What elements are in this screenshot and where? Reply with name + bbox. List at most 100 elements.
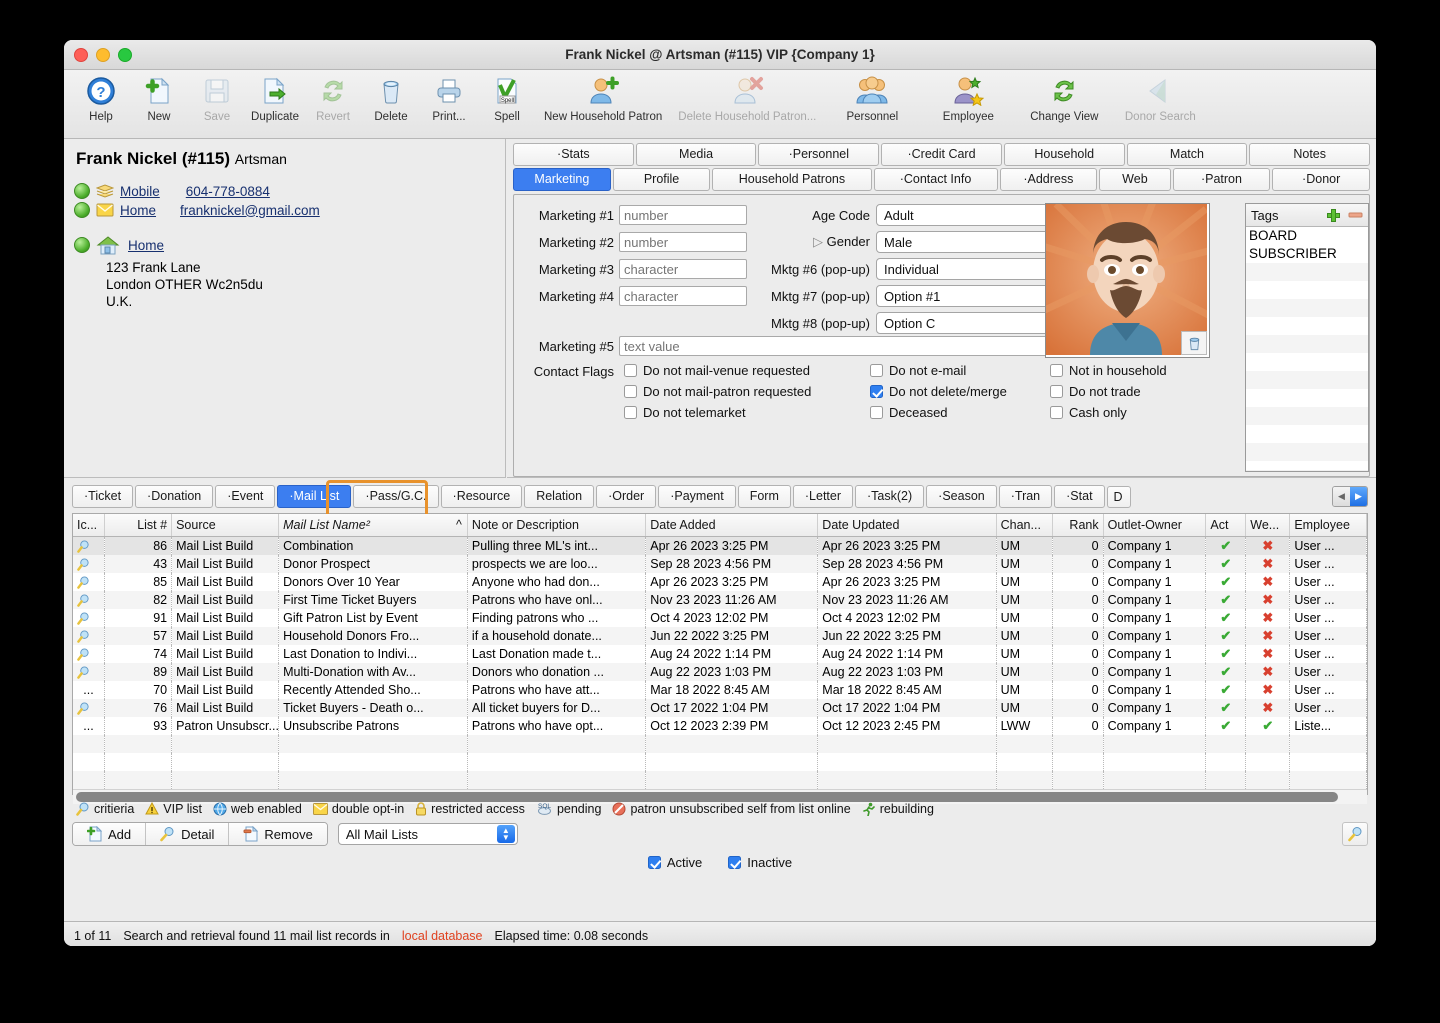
tab-mail-list[interactable]: ·Mail List [277, 485, 352, 508]
toolbar-delete-button[interactable]: Delete [362, 72, 420, 123]
col-icon[interactable]: Ic... [73, 514, 105, 537]
flag-do-not-email[interactable]: Do not e-mail [870, 363, 1050, 378]
checkbox[interactable] [647, 856, 661, 869]
toolbar-personnel-button[interactable]: Personnel [824, 72, 920, 123]
minimize-button[interactable] [96, 48, 110, 62]
plus-icon[interactable] [1326, 208, 1341, 223]
close-button[interactable] [74, 48, 88, 62]
toolbar-spell-button[interactable]: Spell Spell [478, 72, 536, 123]
detail-button[interactable]: Detail [146, 823, 230, 845]
col-web[interactable]: We... [1245, 514, 1291, 537]
contact-type-label[interactable]: Mobile [120, 184, 160, 199]
flag-do-not-mail-venue[interactable]: Do not mail-venue requested [624, 363, 870, 378]
checkbox[interactable] [1050, 364, 1063, 377]
search-button[interactable] [1342, 822, 1368, 846]
checkbox[interactable] [1050, 385, 1063, 398]
flag-do-not-delete-merge[interactable]: Do not delete/merge [870, 384, 1050, 399]
tab-task[interactable]: ·Task(2) [855, 485, 925, 508]
table-row[interactable]: ... 93 Patron Unsubscr... Unsubscribe Patro… [73, 717, 1367, 735]
contact-row-mobile[interactable]: Mobile 604-778-0884 [74, 183, 495, 199]
contact-type-label[interactable]: Home [120, 203, 156, 218]
tab-web[interactable]: Web [1099, 168, 1171, 191]
tag-item[interactable]: BOARD [1246, 227, 1368, 245]
tags-list[interactable]: BOARD SUBSCRIBER [1246, 227, 1368, 470]
toolbar-change-view-button[interactable]: Change View [1016, 72, 1112, 123]
tab-stats[interactable]: ·Stats [513, 143, 634, 166]
patron-photo[interactable] [1045, 203, 1210, 358]
toolbar-employee-button[interactable]: Employee [920, 72, 1016, 123]
checkbox[interactable] [624, 406, 637, 419]
checkbox[interactable] [624, 385, 637, 398]
flag-do-not-trade[interactable]: Do not trade [1050, 384, 1210, 399]
checkbox[interactable] [1050, 406, 1063, 419]
table-row[interactable]: 43 Mail List Build Donor Prospect prospects… [73, 555, 1367, 573]
col-mail-list-name[interactable]: Mail List Name² ^ [278, 514, 468, 537]
tab-more[interactable]: D [1106, 485, 1131, 508]
table-row[interactable]: 85 Mail List Build Donors Over 10 Year Anyo… [73, 573, 1367, 591]
table-row[interactable]: 91 Mail List Build Gift Patron List by Eve… [73, 609, 1367, 627]
minus-icon[interactable] [1348, 211, 1363, 219]
col-rank[interactable]: Rank [1052, 514, 1104, 537]
table-row[interactable]: 86 Mail List Build Combination Pulling thre… [73, 536, 1367, 555]
tab-order[interactable]: ·Order [596, 485, 657, 508]
tab-profile[interactable]: Profile [612, 168, 711, 191]
tab-media[interactable]: Media [635, 143, 757, 166]
toolbar-print-button[interactable]: Print... [420, 72, 478, 123]
scroll-right-icon[interactable]: ▶ [1350, 487, 1367, 506]
active-checkbox-row[interactable]: Active [647, 855, 702, 870]
address-row[interactable]: Home [74, 234, 495, 256]
tag-item[interactable]: SUBSCRIBER [1246, 245, 1368, 263]
tab-scroll-buttons[interactable]: ◀ ▶ [1332, 486, 1368, 507]
marketing3-input[interactable] [619, 259, 747, 279]
tab-tran[interactable]: ·Tran [998, 485, 1053, 508]
tab-event[interactable]: ·Event [215, 485, 276, 508]
col-act[interactable]: Act [1205, 514, 1247, 537]
photo-delete-button[interactable] [1181, 331, 1207, 355]
scroll-left-icon[interactable]: ◀ [1333, 487, 1350, 506]
tab-relation[interactable]: Relation [524, 485, 595, 508]
tab-marketing[interactable]: Marketing [513, 168, 611, 191]
flag-cash-only[interactable]: Cash only [1050, 405, 1210, 420]
table-row[interactable]: 57 Mail List Build Household Donors Fro...… [73, 627, 1367, 645]
col-date-added[interactable]: Date Added [645, 514, 819, 537]
tab-household-patrons[interactable]: Household Patrons [712, 168, 872, 191]
tab-letter[interactable]: ·Letter [792, 485, 854, 508]
contact-row-email[interactable]: Home franknickel@gmail.com [74, 202, 495, 218]
contact-value-mobile[interactable]: 604-778-0884 [186, 184, 270, 199]
marketing5-input[interactable] [619, 336, 1070, 356]
col-chan[interactable]: Chan... [996, 514, 1054, 537]
checkbox[interactable] [870, 406, 883, 419]
flag-not-in-household[interactable]: Not in household [1050, 363, 1210, 378]
tab-payment[interactable]: ·Payment [658, 485, 736, 508]
flag-do-not-mail-patron[interactable]: Do not mail-patron requested [624, 384, 870, 399]
tab-household[interactable]: Household [1003, 143, 1125, 166]
tab-donation[interactable]: ·Donation [135, 485, 214, 508]
col-list-number[interactable]: List # [104, 514, 173, 537]
col-employee[interactable]: Employee [1289, 514, 1367, 537]
toolbar-new-household-patron-button[interactable]: New Household Patron [536, 72, 670, 123]
tab-address[interactable]: ·Address [999, 168, 1098, 191]
toolbar-duplicate-button[interactable]: Duplicate [246, 72, 304, 123]
checkbox[interactable] [870, 364, 883, 377]
tab-credit-card[interactable]: ·Credit Card [881, 143, 1002, 166]
tab-stat[interactable]: ·Stat [1054, 485, 1105, 508]
toolbar-help-button[interactable]: ? Help [72, 72, 130, 123]
tab-pass-gc[interactable]: ·Pass/G.C. [353, 485, 439, 508]
tab-donor[interactable]: ·Donor [1272, 168, 1371, 191]
tab-patron[interactable]: ·Patron [1172, 168, 1271, 191]
table-row[interactable]: 76 Mail List Build Ticket Buyers - Death o… [73, 699, 1367, 717]
table-row[interactable]: ... 70 Mail List Build Recently Attended Sh… [73, 681, 1367, 699]
toolbar-new-button[interactable]: New [130, 72, 188, 123]
table-row[interactable]: 74 Mail List Build Last Donation to Indivi… [73, 645, 1367, 663]
maximize-button[interactable] [118, 48, 132, 62]
tab-notes[interactable]: Notes [1249, 143, 1371, 166]
table-row[interactable]: 89 Mail List Build Multi-Donation with Av.… [73, 663, 1367, 681]
tab-form[interactable]: Form [737, 485, 791, 508]
table-row[interactable]: 82 Mail List Build First Time Ticket Buyer… [73, 591, 1367, 609]
col-source[interactable]: Source [171, 514, 280, 537]
tab-resource[interactable]: ·Resource [440, 485, 523, 508]
add-button[interactable]: Add [73, 823, 147, 845]
tab-ticket[interactable]: ·Ticket [72, 485, 134, 508]
col-outlet-owner[interactable]: Outlet-Owner [1103, 514, 1207, 537]
flag-deceased[interactable]: Deceased [870, 405, 1050, 420]
